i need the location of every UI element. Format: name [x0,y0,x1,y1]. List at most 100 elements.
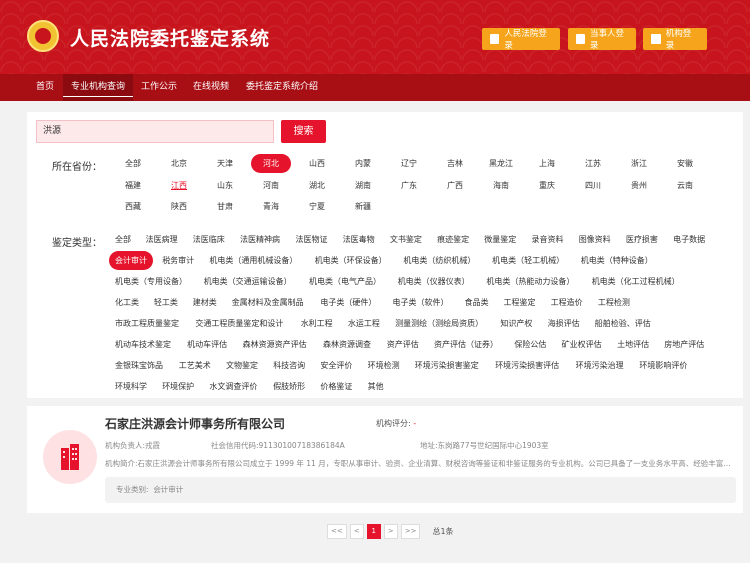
type-option-selected[interactable]: 会计审计 [109,251,153,270]
province-option[interactable]: 西藏 [113,197,153,216]
institution-login-button[interactable]: 机构登录 [643,28,707,51]
type-option[interactable]: 水运工程 [348,314,380,333]
province-option[interactable]: 宁夏 [297,197,337,216]
province-option[interactable]: 江苏 [573,154,613,173]
province-option[interactable]: 黑龙江 [481,154,521,173]
type-option[interactable]: 交通工程质量鉴定和设计 [195,314,283,333]
type-option[interactable]: 资产评估 [387,335,419,354]
province-option[interactable]: 福建 [113,176,153,195]
type-option[interactable]: 化工类 [115,293,139,312]
type-option[interactable]: 矿业权评估 [562,335,602,354]
party-login-button[interactable]: 当事人登录 [568,28,636,51]
type-option[interactable]: 机电类（专用设备） [115,272,187,291]
province-option[interactable]: 贵州 [619,176,659,195]
result-card[interactable]: 石家庄洪源会计师事务所有限公司 机构评分: - 机构负责人:戎霞 社会信用代码:… [27,406,743,513]
type-option[interactable]: 法医精神病 [240,230,280,249]
province-option[interactable]: 全部 [113,154,153,173]
search-button[interactable]: 搜索 [281,120,326,143]
prev-page-button[interactable]: < [349,523,364,539]
type-option[interactable]: 机电类（热能动力设备） [486,272,574,291]
type-option[interactable]: 价格鉴证 [320,377,352,396]
province-option[interactable]: 广东 [389,176,429,195]
type-option[interactable]: 电子类（软件） [393,293,449,312]
province-option[interactable]: 上海 [527,154,567,173]
province-option-selected[interactable]: 河北 [251,154,291,173]
type-option[interactable]: 环境检测 [368,356,400,375]
nav-online-video[interactable]: 在线视频 [193,74,229,101]
type-option[interactable]: 轻工类 [154,293,178,312]
type-option[interactable]: 机电类（化工过程机械） [592,272,680,291]
institution-name[interactable]: 石家庄洪源会计师事务所有限公司 [105,415,285,432]
type-option[interactable]: 机电类（仪器仪表） [398,272,470,291]
province-option[interactable]: 湖北 [297,176,337,195]
province-option[interactable]: 山西 [297,154,337,173]
type-option[interactable]: 环境保护 [162,377,194,396]
type-option[interactable]: 金银珠宝饰品 [115,356,163,375]
province-option[interactable]: 青海 [251,197,291,216]
search-input[interactable]: 洪源 [36,120,274,143]
province-option[interactable]: 辽宁 [389,154,429,173]
province-option[interactable]: 内蒙 [343,154,383,173]
next-page-button[interactable]: > [383,523,398,539]
nav-work-notice[interactable]: 工作公示 [141,74,177,101]
type-option[interactable]: 金属材料及金属制品 [232,293,304,312]
type-option[interactable]: 电子数据 [673,230,705,249]
province-option[interactable]: 广西 [435,176,475,195]
type-option[interactable]: 机动车评估 [187,335,227,354]
type-option[interactable]: 机电类（通用机械设备） [209,251,297,270]
type-option[interactable]: 建材类 [193,293,217,312]
court-login-button[interactable]: 人民法院登录 [482,28,560,51]
type-option[interactable]: 环境污染损害评估 [495,356,559,375]
province-option[interactable]: 新疆 [343,197,383,216]
type-option[interactable]: 工程鉴定 [504,293,536,312]
type-option[interactable]: 土地评估 [617,335,649,354]
type-option[interactable]: 森林资源调查 [323,335,371,354]
type-option[interactable]: 机电类（特种设备） [581,251,653,270]
type-option[interactable]: 机动车技术鉴定 [115,335,171,354]
type-option[interactable]: 图像资料 [579,230,611,249]
nav-home[interactable]: 首页 [36,74,54,101]
type-option[interactable]: 知识产权 [500,314,532,333]
type-option[interactable]: 食品类 [465,293,489,312]
type-option[interactable]: 市政工程质量鉴定 [115,314,179,333]
type-option[interactable]: 文物鉴定 [226,356,258,375]
nav-institution-search[interactable]: 专业机构查询 [63,74,134,101]
type-option[interactable]: 机电类（交通运输设备） [204,272,292,291]
province-option[interactable]: 江西 [159,176,199,195]
province-option[interactable]: 北京 [159,154,199,173]
province-option[interactable]: 海南 [481,176,521,195]
type-option[interactable]: 医疗损害 [626,230,658,249]
type-option[interactable]: 机电类（纺织机械） [403,251,475,270]
type-option[interactable]: 环境影响评价 [639,356,687,375]
type-option[interactable]: 电子类（硬件） [320,293,376,312]
province-option[interactable]: 重庆 [527,176,567,195]
type-option[interactable]: 机电类（电气产品） [309,272,381,291]
nav-system-intro[interactable]: 委托鉴定系统介绍 [246,74,318,101]
type-option[interactable]: 录音资料 [532,230,564,249]
province-option[interactable]: 河南 [251,176,291,195]
type-option[interactable]: 海损评估 [548,314,580,333]
province-option[interactable]: 四川 [573,176,613,195]
first-page-button[interactable]: << [327,523,347,539]
type-option[interactable]: 工程检测 [598,293,630,312]
page-1-button[interactable]: 1 [366,523,381,539]
type-option[interactable]: 工艺美术 [179,356,211,375]
province-option[interactable]: 湖南 [343,176,383,195]
type-option[interactable]: 资产评估（证券） [434,335,498,354]
type-option[interactable]: 保险公估 [514,335,546,354]
type-option[interactable]: 环境科学 [115,377,147,396]
type-option[interactable]: 法医物证 [296,230,328,249]
last-page-button[interactable]: >> [400,523,421,539]
province-option[interactable]: 云南 [665,176,705,195]
type-option[interactable]: 水文调查评价 [209,377,257,396]
province-option[interactable]: 安徽 [665,154,705,173]
type-option[interactable]: 水利工程 [301,314,333,333]
type-option[interactable]: 法医毒物 [343,230,375,249]
type-option[interactable]: 其他 [368,377,384,396]
province-option[interactable]: 陕西 [159,197,199,216]
type-option[interactable]: 安全评价 [320,356,352,375]
type-option[interactable]: 森林资源资产评估 [243,335,307,354]
type-option[interactable]: 房地产评估 [664,335,704,354]
type-option[interactable]: 机电类（轻工机械） [492,251,564,270]
type-option[interactable]: 工程造价 [551,293,583,312]
